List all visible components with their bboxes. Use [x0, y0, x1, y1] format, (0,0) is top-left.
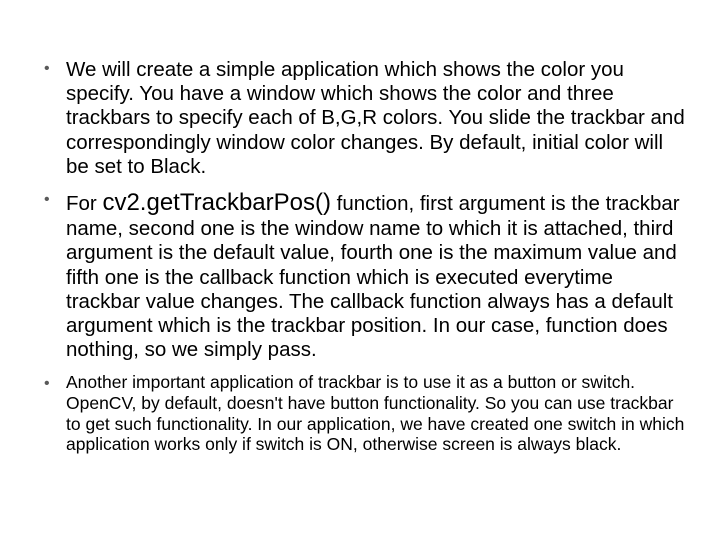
bullet-text-2-post: function, first argument is the trackbar… — [66, 192, 680, 361]
bullet-text-2-pre: For — [66, 192, 102, 215]
list-item: For cv2.getTrackbarPos() function, first… — [30, 189, 690, 362]
bullet-list: We will create a simple application whic… — [30, 58, 690, 455]
bullet-text-1: We will create a simple application whic… — [66, 58, 685, 178]
list-item: We will create a simple application whic… — [30, 58, 690, 179]
bullet-text-3: Another important application of trackba… — [66, 372, 684, 454]
list-item: Another important application of trackba… — [30, 372, 690, 455]
slide-body: We will create a simple application whic… — [0, 0, 720, 455]
code-function-name: cv2.getTrackbarPos() — [102, 189, 331, 216]
